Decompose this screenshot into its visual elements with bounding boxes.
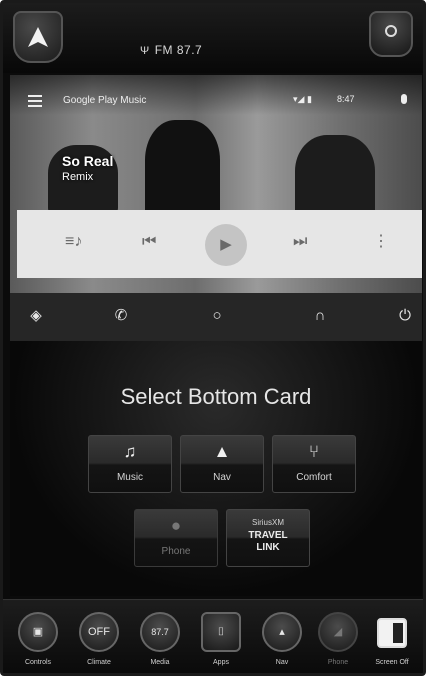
- media-controls-card: ≡♪ ⏮ ▶ ⏭ ⋮: [17, 210, 422, 278]
- home-circle-icon[interactable]: ○: [208, 307, 226, 325]
- card-label: Music: [116, 472, 144, 483]
- travel-text: TRAVEL: [248, 530, 288, 541]
- card-label: Phone: [161, 546, 191, 557]
- radio-station-text: FM 87.7: [154, 43, 203, 57]
- dock-screen-off[interactable]: Screen Off: [367, 612, 417, 672]
- android-auto-nav-bar: ◈ ✆ ○ ∩ ⏻: [10, 293, 422, 341]
- home-button[interactable]: [13, 11, 63, 63]
- nav-arrow-icon: ▲: [213, 442, 231, 461]
- dock-phone[interactable]: ◢ Phone: [313, 612, 363, 672]
- more-vert-icon[interactable]: ⋮: [373, 234, 389, 250]
- screen-off-icon: [377, 618, 407, 648]
- media-station-indicator: 87.7: [140, 612, 180, 652]
- seat-icon: ⑂: [308, 442, 320, 461]
- music-note-icon: ♫: [123, 442, 137, 461]
- card-phone-button[interactable]: ● Phone: [134, 509, 218, 567]
- queue-music-icon[interactable]: ≡♪: [65, 234, 82, 250]
- clock: 8:47: [337, 94, 355, 104]
- dock-label: Media: [150, 659, 170, 666]
- dock-nav[interactable]: ▴ Nav: [257, 612, 307, 672]
- card-comfort-button[interactable]: ⑂ Comfort: [272, 435, 356, 493]
- card-label: Comfort: [296, 472, 332, 483]
- navigation-arrow-icon: [28, 27, 48, 47]
- hamburger-menu-icon[interactable]: [28, 95, 42, 110]
- card-music-button[interactable]: ♫ Music: [88, 435, 172, 493]
- link-text: LINK: [256, 542, 280, 553]
- album-art-figure: [145, 120, 220, 220]
- person-icon: ●: [170, 516, 182, 535]
- headphones-icon[interactable]: ∩: [311, 307, 329, 325]
- card-nav-button[interactable]: ▲ Nav: [180, 435, 264, 493]
- android-auto-app-bar: Google Play Music ▾◢ ▮ 8:47: [10, 75, 422, 115]
- track-artist: Remix: [62, 171, 94, 183]
- settings-button[interactable]: [369, 11, 413, 57]
- track-title: So Real: [62, 153, 114, 169]
- phone-signal-icon: ◢: [318, 612, 358, 652]
- uconnect-screen: Ψ FM 87.7 Google Play Music ▾◢ ▮ 8:47 So …: [0, 0, 426, 676]
- radio-station-label[interactable]: Ψ FM 87.7: [140, 43, 202, 57]
- play-button[interactable]: ▶: [205, 224, 247, 266]
- bottom-dock: ▣ Controls OFF Climate 87.7 Media ⌷ Apps…: [3, 599, 423, 673]
- phone-icon[interactable]: ✆: [112, 307, 130, 325]
- top-status-bar: Ψ FM 87.7: [3, 3, 423, 73]
- navigation-icon[interactable]: ◈: [27, 307, 45, 325]
- dock-label: Nav: [275, 659, 289, 666]
- android-auto-projection: Google Play Music ▾◢ ▮ 8:47 So Real Remi…: [10, 75, 422, 293]
- skip-next-icon[interactable]: ⏭: [293, 234, 307, 250]
- dock-label: Screen Off: [375, 659, 409, 666]
- select-bottom-card-panel: Select Bottom Card ♫ Music ▲ Nav ⑂ Comfo…: [10, 341, 422, 596]
- controls-icon: ▣: [18, 612, 58, 652]
- play-icon: ▶: [220, 236, 232, 253]
- apps-icon: ⌷: [201, 612, 241, 652]
- dock-controls[interactable]: ▣ Controls: [13, 612, 63, 672]
- signal-battery-icon: ▾◢ ▮: [293, 94, 312, 104]
- card-label-small: SiriusXM: [251, 518, 284, 527]
- dock-label: Climate: [87, 659, 111, 666]
- panel-title: Select Bottom Card: [120, 384, 312, 409]
- antenna-icon: Ψ: [140, 45, 150, 57]
- dock-label: Phone: [327, 659, 349, 666]
- nav-compass-icon: ▴: [262, 612, 302, 652]
- dock-apps[interactable]: ⌷ Apps: [196, 612, 246, 672]
- card-travel-link-button[interactable]: SiriusXM TRAVEL LINK: [226, 509, 310, 567]
- dock-climate[interactable]: OFF Climate: [74, 612, 124, 672]
- settings-icon: [385, 25, 397, 37]
- card-label: Nav: [213, 472, 231, 483]
- climate-off-indicator: OFF: [79, 612, 119, 652]
- microphone-icon[interactable]: [401, 94, 407, 104]
- dock-label: Apps: [213, 659, 229, 666]
- dock-media[interactable]: 87.7 Media: [135, 612, 185, 672]
- app-title: Google Play Music: [63, 95, 147, 106]
- dock-label: Controls: [24, 659, 52, 666]
- power-icon[interactable]: ⏻: [396, 307, 414, 325]
- card-label-big: TRAVEL LINK: [227, 530, 309, 554]
- skip-previous-icon[interactable]: ⏮: [142, 234, 156, 250]
